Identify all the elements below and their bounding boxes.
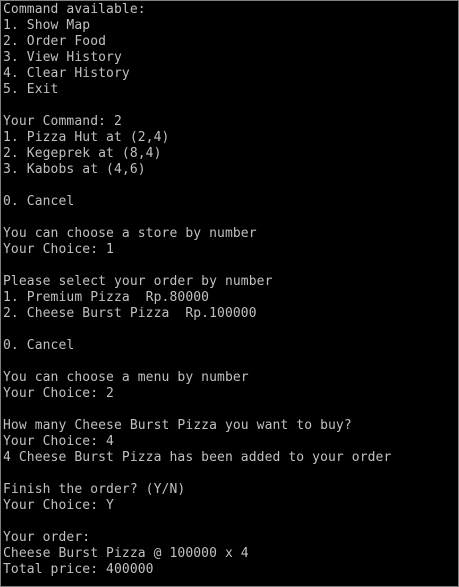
console-line: Your Choice: 4 (3, 434, 114, 449)
console-line: 2. Kegeprek at (8,4) (3, 146, 162, 161)
console-line: 1. Show Map (3, 18, 91, 33)
console-line: Your Command: 2 (3, 114, 122, 129)
console-line: Your Choice: Y (3, 498, 114, 513)
console-window[interactable]: Command available: 1. Show Map 2. Order … (0, 0, 459, 587)
console-line: 1. Pizza Hut at (2,4) (3, 130, 170, 145)
console-line: 0. Cancel (3, 194, 75, 209)
console-line: Your Choice: 1 (3, 242, 114, 257)
console-line: 2. Order Food (3, 34, 107, 49)
console-line: 0. Cancel (3, 338, 75, 353)
console-line: You can choose a menu by number (3, 370, 249, 385)
console-line: How many Cheese Burst Pizza you want to … (3, 418, 352, 433)
console-line: 1. Premium Pizza Rp.80000 (3, 290, 210, 305)
console-line: Finish the order? (Y/N) (3, 482, 186, 497)
console-line: 3. View History (3, 50, 122, 65)
console-line: Cheese Burst Pizza @ 100000 x 4 (3, 546, 249, 561)
console-line: 5. Exit (3, 82, 59, 97)
console-output: Command available: 1. Show Map 2. Order … (3, 2, 456, 578)
console-line: Command available: (3, 2, 146, 17)
console-line: You can choose a store by number (3, 226, 257, 241)
console-line: 4 Cheese Burst Pizza has been added to y… (3, 450, 392, 465)
console-line: Your order: (3, 530, 91, 545)
console-line: Please select your order by number (3, 274, 273, 289)
console-line: 4. Clear History (3, 66, 130, 81)
console-line: Your Choice: 2 (3, 386, 114, 401)
console-line: 2. Cheese Burst Pizza Rp.100000 (3, 306, 257, 321)
console-line: 3. Kabobs at (4,6) (3, 162, 146, 177)
console-line: Total price: 400000 (3, 562, 154, 577)
